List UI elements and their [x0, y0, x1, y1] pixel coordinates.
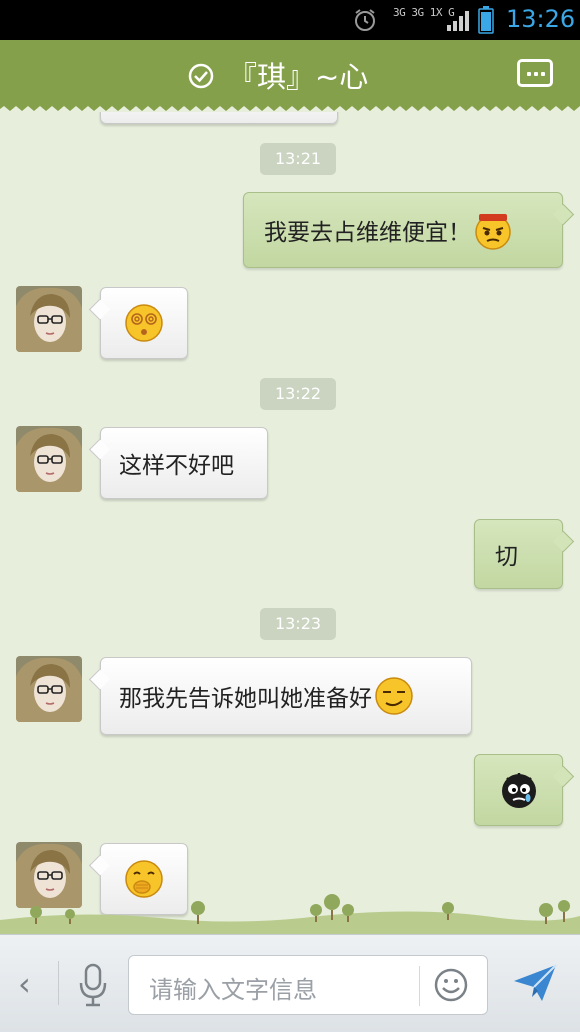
message-bubble-outgoing[interactable]: 切 [474, 519, 575, 589]
message-text: 那我先告诉她叫她准备好 [119, 686, 372, 712]
status-bar: 3G 3G 1X G 13:26 [0, 0, 580, 40]
message-bubble-incoming[interactable] [88, 287, 188, 359]
header-zigzag-edge [0, 104, 580, 111]
avatar[interactable] [16, 286, 82, 352]
message-bubble-outgoing[interactable]: 我要去占维维便宜！ [243, 192, 575, 268]
message-bubble-incoming[interactable]: 那我先告诉她叫她准备好 [88, 657, 472, 735]
bubble-tail [552, 530, 575, 553]
smug-face-emoji-icon [375, 677, 413, 715]
message-bubble-outgoing[interactable] [474, 754, 575, 826]
dizzy-face-emoji-icon [125, 304, 163, 342]
input-bar: ‹ 请输入文字信息 [0, 934, 580, 1032]
emoji-picker-icon[interactable] [434, 968, 468, 1002]
time-stamp: 13:23 [260, 608, 336, 640]
bubble-tail [88, 438, 111, 461]
alarm-icon [355, 9, 375, 31]
status-time: 13:26 [506, 5, 576, 33]
bubble-tail [88, 298, 111, 321]
time-stamp: 13:22 [260, 378, 336, 410]
grass-decoration [0, 894, 580, 934]
chat-title: 『琪』~心 [228, 60, 369, 94]
dot-icon [527, 72, 531, 76]
message-bubble-partial[interactable] [100, 112, 338, 124]
message-list[interactable]: 13:21 我要去占维维便宜！ 13:22 这样不好吧 切 13:23 那我先告… [0, 112, 580, 932]
more-menu-button[interactable] [517, 59, 553, 87]
bubble-tail [552, 765, 575, 788]
message-text: 切 [495, 544, 518, 570]
bubble-tail [88, 854, 111, 877]
message-bubble-incoming[interactable]: 这样不好吧 [88, 427, 268, 499]
dot-icon [534, 72, 538, 76]
message-text: 我要去占维维便宜！ [264, 220, 471, 246]
time-stamp: 13:21 [260, 143, 336, 175]
angry-face-emoji-icon [475, 214, 511, 250]
message-input[interactable]: 请输入文字信息 [128, 955, 488, 1015]
avatar[interactable] [16, 426, 82, 492]
microphone-icon[interactable] [78, 963, 108, 1007]
dot-icon [541, 72, 545, 76]
signal-icon [447, 11, 469, 31]
online-check-icon [188, 63, 214, 89]
divider [58, 961, 59, 1005]
battery-icon [478, 6, 494, 34]
message-text: 这样不好吧 [119, 453, 234, 479]
message-input-placeholder: 请输入文字信息 [149, 976, 317, 1004]
bubble-tail [552, 203, 575, 226]
divider [419, 966, 420, 1006]
crying-blob-emoji-icon [501, 773, 536, 808]
bubble-tail [88, 668, 111, 691]
chevron-left-icon[interactable]: ‹ [18, 965, 31, 1003]
avatar[interactable] [16, 656, 82, 722]
send-icon[interactable] [512, 961, 558, 1005]
